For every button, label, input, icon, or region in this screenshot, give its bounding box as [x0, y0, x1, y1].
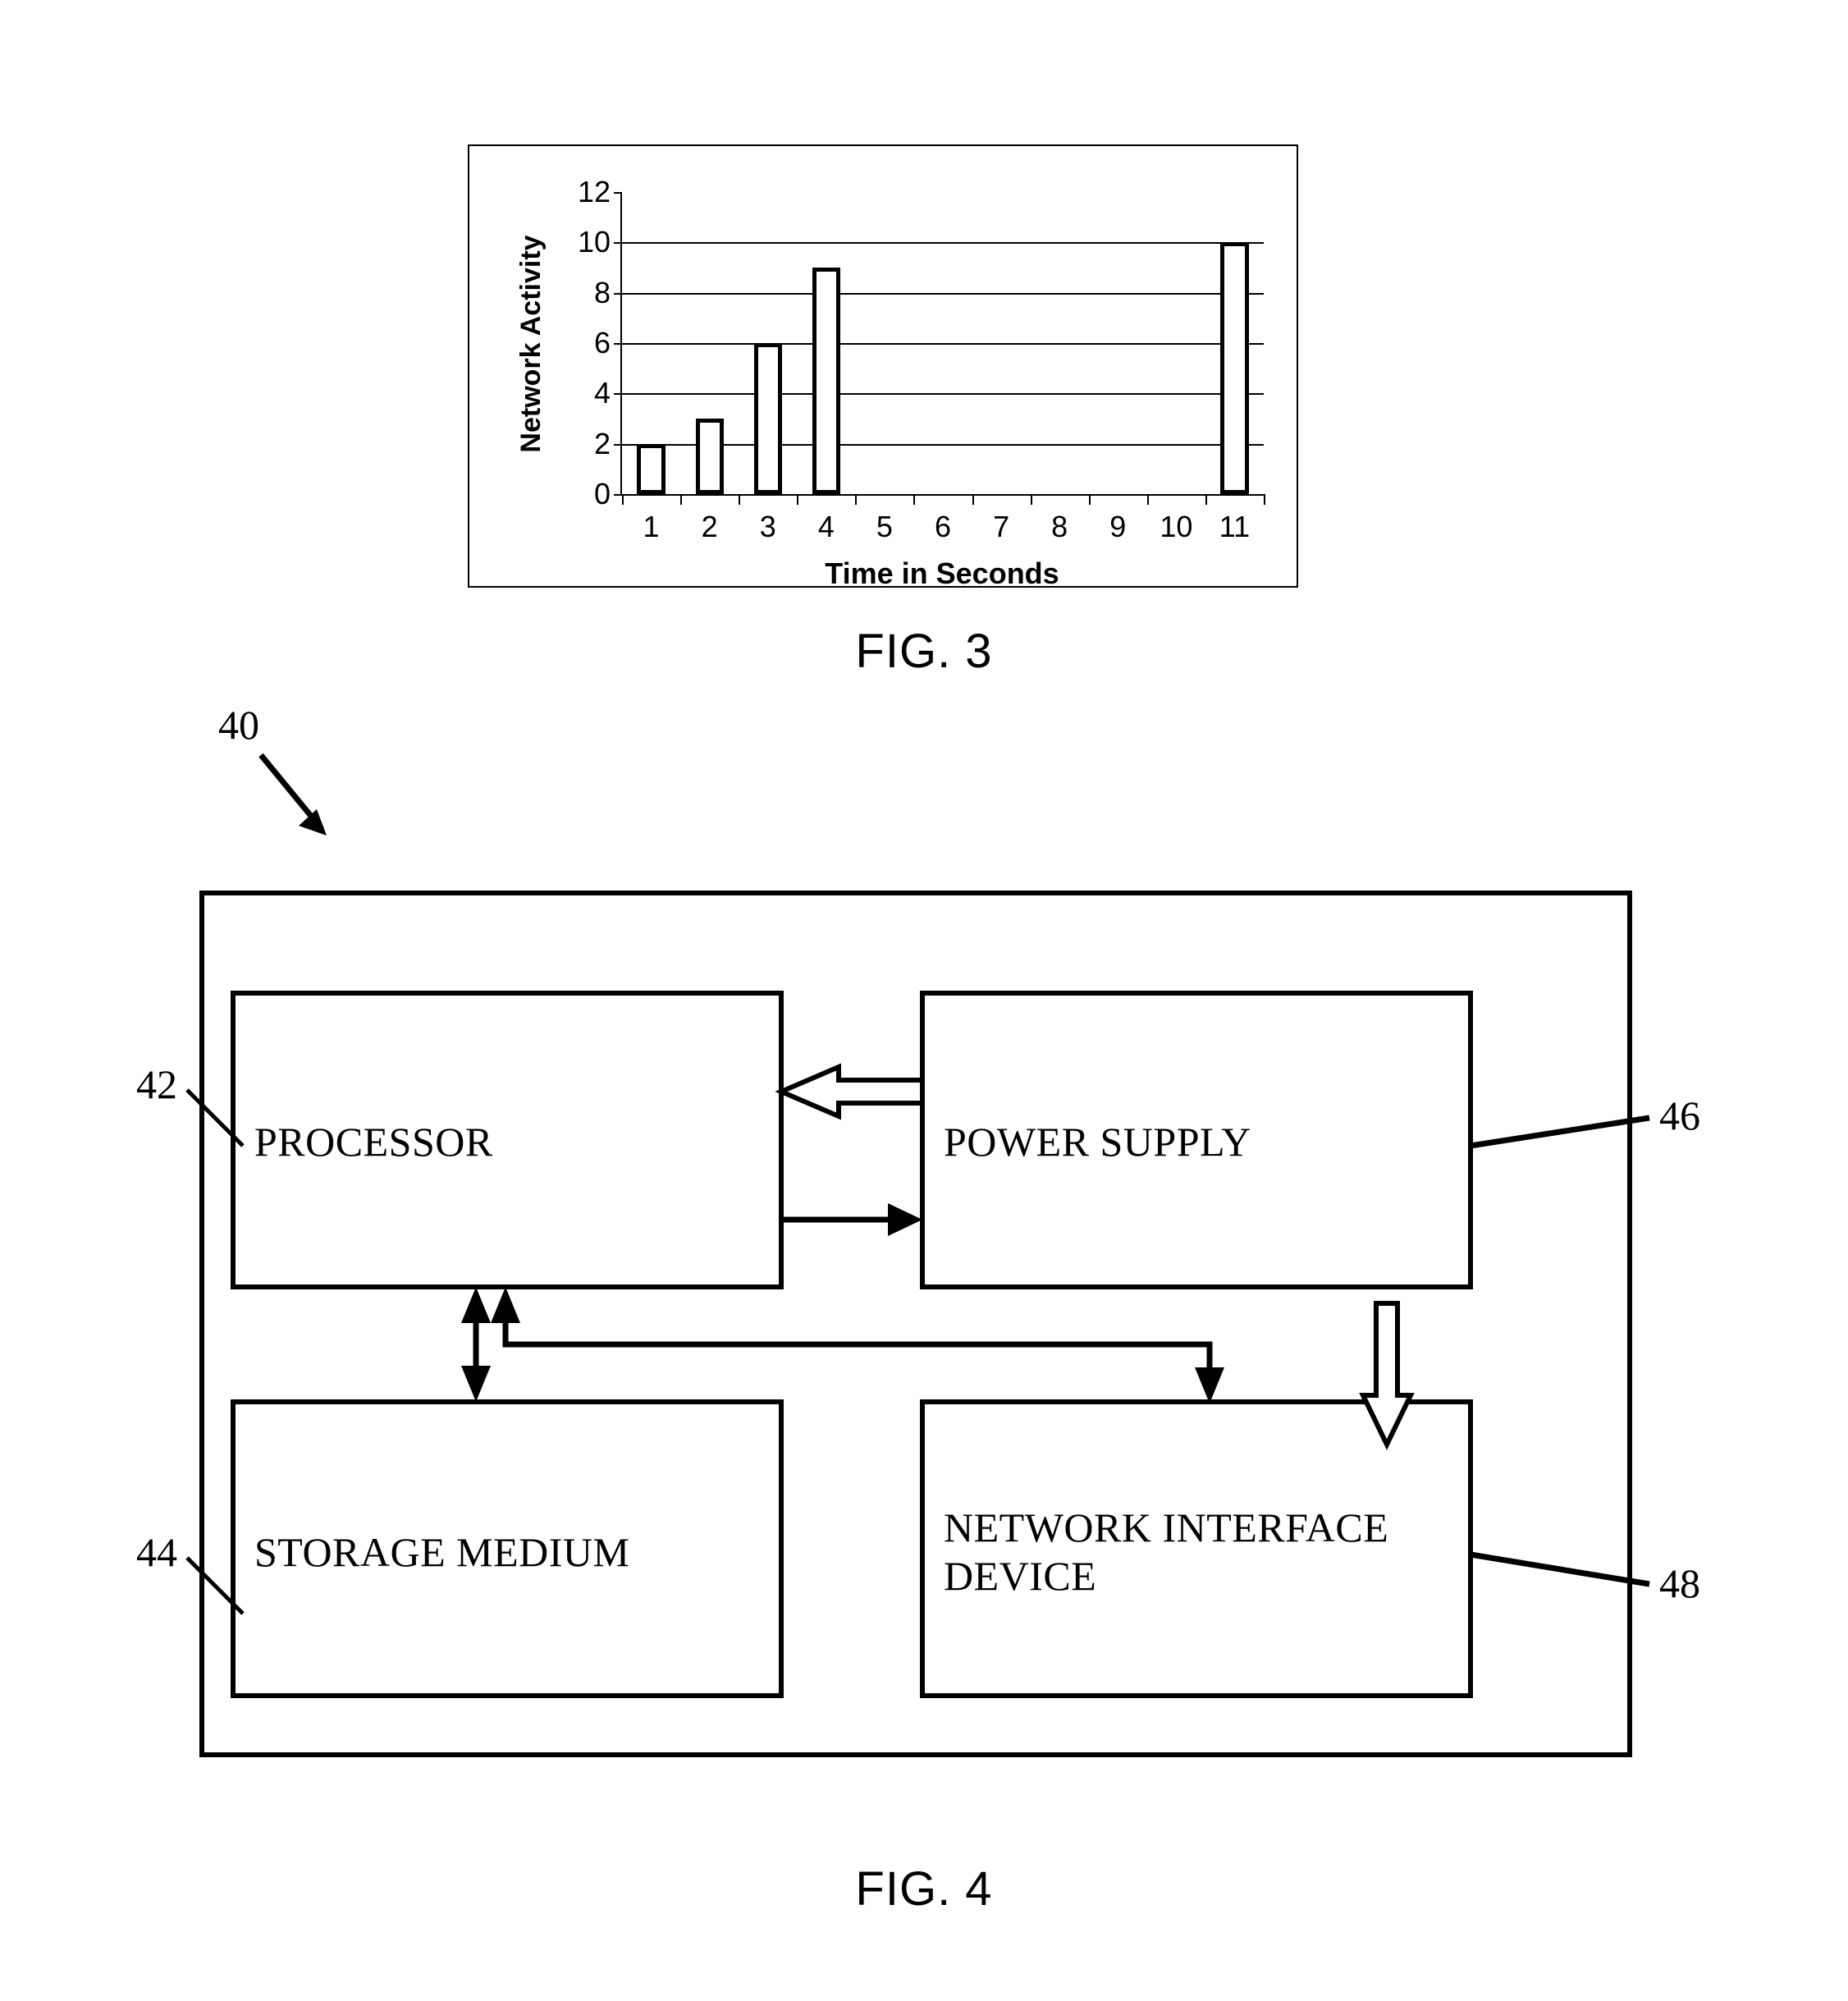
power-supply-to-processor-arrow [775, 1063, 925, 1120]
chart-x-tick-label: 1 [643, 510, 660, 543]
power-supply-box-label: POWER SUPPLY [944, 1119, 1251, 1165]
power-supply-box [920, 991, 1473, 1289]
chart-gridline [622, 242, 1264, 245]
chart-y-tick-label: 12 [577, 175, 611, 208]
chart-y-tick-mark [614, 343, 622, 345]
processor-storage-bidirectional-arrow [461, 1287, 491, 1402]
chart-y-tick-label: 6 [593, 326, 611, 359]
chart-x-tick-mark [622, 494, 624, 505]
chart-x-tick-label: 11 [1219, 510, 1251, 543]
chart-gridline [622, 343, 1264, 345]
ref-numeral-44: 44 [136, 1529, 177, 1575]
figure-4-caption: FIG. 4 [855, 1862, 993, 1916]
chart-x-tick-mark [972, 494, 974, 505]
ref-numeral-42: 42 [136, 1061, 177, 1107]
chart-x-tick-mark [739, 494, 741, 505]
chart-y-tick-mark [614, 443, 622, 446]
processor-box-label: PROCESSOR [254, 1119, 493, 1165]
chart-plot-area: 0 2 4 6 8 10 12 1 2 3 4 5 6 7 8 9 10 11 [578, 177, 1265, 542]
chart-y-tick-label: 4 [593, 376, 611, 410]
chart-bar [637, 443, 666, 494]
chart-y-tick-label: 2 [593, 426, 611, 460]
ref-48-leader-line [1470, 1551, 1650, 1587]
chart-x-tick-mark [1030, 494, 1032, 505]
chart-x-tick-mark [680, 494, 683, 505]
chart-y-tick-mark [614, 242, 622, 245]
chart-x-tick-mark [797, 494, 799, 505]
chart-y-tick-mark [614, 292, 622, 295]
network-interface-device-box [920, 1399, 1473, 1698]
chart-x-tick-label: 6 [934, 510, 952, 543]
chart-gridline [622, 292, 1264, 295]
chart-y-tick-label: 10 [577, 225, 611, 259]
storage-medium-box-label: STORAGE MEDIUM [254, 1529, 630, 1575]
chart-x-tick-mark [913, 494, 916, 505]
chart-y-tick-mark [614, 393, 622, 396]
ref-numeral-48: 48 [1659, 1560, 1700, 1606]
chart-x-tick-mark [1264, 494, 1265, 505]
chart-bar [753, 343, 782, 494]
chart-bar [695, 419, 724, 494]
processor-box [231, 991, 784, 1289]
chart-x-tick-label: 4 [817, 510, 835, 543]
chart-x-tick-mark [1088, 494, 1091, 505]
chart-x-axis-title: Time in Seconds [825, 556, 1059, 590]
chart-y-axis-title: Network Activity [515, 235, 547, 453]
system-enclosure-box [199, 891, 1632, 1757]
chart-x-tick-mark [1146, 494, 1149, 505]
ref-46-leader-line [1470, 1115, 1650, 1149]
chart-bar [1220, 242, 1249, 494]
chart-x-tick-label: 8 [1051, 510, 1068, 543]
ref-42-leader-line [185, 1088, 245, 1147]
chart-bar [812, 268, 840, 494]
figure-3-caption: FIG. 3 [855, 625, 993, 678]
storage-medium-box [231, 1399, 784, 1698]
chart-y-tick-label: 8 [593, 275, 611, 309]
chart-x-tick-label: 2 [701, 510, 718, 543]
processor-to-power-supply-arrow [781, 1203, 922, 1236]
power-supply-to-network-interface-arrow [1359, 1301, 1415, 1450]
chart-y-tick-mark [614, 192, 622, 194]
ref-numeral-40: 40 [218, 702, 259, 748]
chart-x-tick-mark [855, 494, 858, 505]
figure-3-chart-frame: Network Activity 0 2 4 6 8 10 12 1 2 3 4 5 6 7 8 9 10 11 … [468, 144, 1298, 590]
network-interface-device-box-label: NETWORK INTERFACE DEVICE [944, 1504, 1389, 1599]
chart-y-tick-label: 0 [593, 477, 611, 511]
chart-gridline [622, 393, 1264, 396]
chart-x-tick-label: 9 [1109, 510, 1127, 543]
chart-x-tick-label: 5 [876, 510, 893, 543]
processor-to-network-interface-arrow [491, 1287, 1224, 1403]
ref-numeral-46: 46 [1659, 1092, 1700, 1138]
system-40-leader-arrow [258, 753, 327, 836]
chart-x-tick-label: 3 [759, 510, 776, 543]
chart-x-tick-label: 10 [1160, 510, 1193, 543]
ref-44-leader-line [185, 1556, 245, 1615]
chart-x-tick-label: 7 [993, 510, 1010, 543]
chart-x-tick-mark [1205, 494, 1207, 505]
chart-y-tick-mark [614, 494, 622, 496]
